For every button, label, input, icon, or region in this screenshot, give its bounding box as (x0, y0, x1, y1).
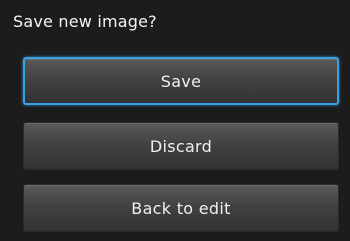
save-image-dialog: Save new image? Save Discard Back to edi… (0, 0, 350, 241)
dialog-prompt: Save new image? (13, 12, 157, 31)
back-to-edit-button-label: Back to edit (131, 198, 231, 218)
save-button[interactable]: Save (23, 57, 339, 105)
save-button-label: Save (160, 71, 202, 91)
discard-button[interactable]: Discard (23, 122, 339, 170)
back-to-edit-button[interactable]: Back to edit (23, 184, 339, 232)
discard-button-label: Discard (149, 136, 213, 156)
